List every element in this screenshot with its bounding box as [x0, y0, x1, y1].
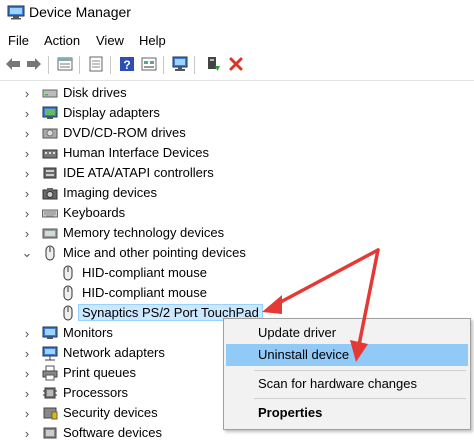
chevron-right-icon[interactable]: › [21, 206, 33, 221]
uninstall-icon[interactable] [227, 55, 245, 73]
update-icon[interactable] [87, 55, 105, 73]
security-device-icon [43, 407, 58, 420]
tree-item-hid-mouse-1[interactable]: HID-compliant mouse [0, 263, 474, 283]
menu-help[interactable]: Help [139, 33, 166, 48]
tree-item-label: Mice and other pointing devices [63, 245, 246, 260]
camera-icon [42, 188, 58, 200]
tree-item-label: Memory technology devices [63, 225, 225, 240]
chevron-right-icon[interactable]: › [21, 226, 33, 241]
tree-item-label: Security devices [63, 405, 158, 420]
software-device-icon [43, 427, 57, 439]
tree-item-label: HID-compliant mouse [82, 265, 207, 280]
menu-bar: File Action View Help [0, 30, 474, 52]
menu-scan-hardware-changes[interactable]: Scan for hardware changes [226, 373, 468, 395]
tree-item-label: Network adapters [63, 345, 165, 360]
processor-icon [43, 387, 57, 399]
tree-item-label: IDE ATA/ATAPI controllers [63, 165, 214, 180]
tree-item-mice[interactable]: ⌄ Mice and other pointing devices [0, 243, 474, 263]
menu-action[interactable]: Action [44, 33, 80, 48]
network-adapter-icon [42, 346, 58, 361]
chevron-right-icon[interactable]: › [21, 126, 33, 141]
menu-update-driver[interactable]: Update driver [226, 322, 468, 344]
tree-item-label: Keyboards [63, 205, 126, 220]
tree-item-label: Print queues [63, 365, 136, 380]
scan-icon[interactable] [171, 55, 189, 73]
properties-icon[interactable] [56, 55, 74, 73]
context-menu: Update driver Uninstall device Scan for … [223, 318, 471, 430]
chevron-right-icon[interactable]: › [21, 326, 33, 341]
monitor-icon [42, 326, 58, 339]
chevron-right-icon[interactable]: › [21, 366, 33, 381]
tree-item-ide-ata-atapi-controllers[interactable]: › IDE ATA/ATAPI controllers [0, 163, 474, 183]
chevron-down-icon[interactable]: ⌄ [21, 245, 33, 260]
tree-item-disk-drives[interactable]: › Disk drives [0, 83, 474, 103]
mouse-icon [45, 245, 55, 261]
chevron-right-icon[interactable]: › [21, 426, 33, 441]
menu-uninstall-device[interactable]: Uninstall device [226, 344, 468, 366]
ide-controller-icon [43, 167, 57, 179]
menu-properties[interactable]: Properties [226, 402, 468, 424]
chevron-right-icon[interactable]: › [21, 166, 33, 181]
tree-item-dvd-cd-rom-drives[interactable]: › DVD/CD-ROM drives [0, 123, 474, 143]
svg-text:?: ? [123, 58, 130, 72]
chevron-right-icon[interactable]: › [21, 106, 33, 121]
window-title: Device Manager [29, 4, 131, 20]
disk-drive-icon [42, 89, 58, 98]
device-manager-icon [7, 5, 25, 20]
tree-item-label: Display adapters [63, 105, 160, 120]
dvd-drive-icon [42, 128, 58, 139]
keyboard-icon [42, 209, 58, 218]
tree-item-label: Disk drives [63, 85, 127, 100]
tree-item-label: Software devices [63, 425, 162, 440]
forward-icon[interactable] [25, 55, 43, 73]
display-adapter-icon [42, 106, 58, 119]
tree-item-label: Human Interface Devices [63, 145, 209, 160]
title-bar: Device Manager [0, 0, 474, 26]
tree-item-keyboards[interactable]: › Keyboards [0, 203, 474, 223]
chevron-right-icon[interactable]: › [21, 386, 33, 401]
menu-view[interactable]: View [96, 33, 124, 48]
tree-item-label: HID-compliant mouse [82, 285, 207, 300]
tree-item-label: Imaging devices [63, 185, 157, 200]
tree-item-memory-technology-devices[interactable]: › Memory technology devices [0, 223, 474, 243]
tree-item-label: DVD/CD-ROM drives [63, 125, 186, 140]
tree-item-human-interface-devices[interactable]: › Human Interface Devices [0, 143, 474, 163]
chevron-right-icon[interactable]: › [21, 406, 33, 421]
tree-item-imaging-devices[interactable]: › Imaging devices [0, 183, 474, 203]
printer-icon [42, 365, 58, 381]
chevron-right-icon[interactable]: › [21, 86, 33, 101]
view-icon[interactable] [140, 55, 158, 73]
chevron-right-icon[interactable]: › [21, 346, 33, 361]
hid-icon [42, 149, 58, 159]
memory-device-icon [42, 228, 58, 239]
tree-item-label: Monitors [63, 325, 113, 340]
chevron-right-icon[interactable]: › [21, 186, 33, 201]
tree-item-display-adapters[interactable]: › Display adapters [0, 103, 474, 123]
menu-file[interactable]: File [8, 33, 29, 48]
mouse-icon [63, 285, 73, 301]
mouse-icon [63, 305, 73, 321]
help-icon[interactable]: ? [118, 55, 136, 73]
enable-icon[interactable] [204, 55, 222, 73]
toolbar: ? [0, 52, 474, 78]
tree-item-hid-mouse-2[interactable]: HID-compliant mouse [0, 283, 474, 303]
tree-item-label: Processors [63, 385, 129, 400]
mouse-icon [63, 265, 73, 281]
back-icon[interactable] [4, 55, 22, 73]
chevron-right-icon[interactable]: › [21, 146, 33, 161]
